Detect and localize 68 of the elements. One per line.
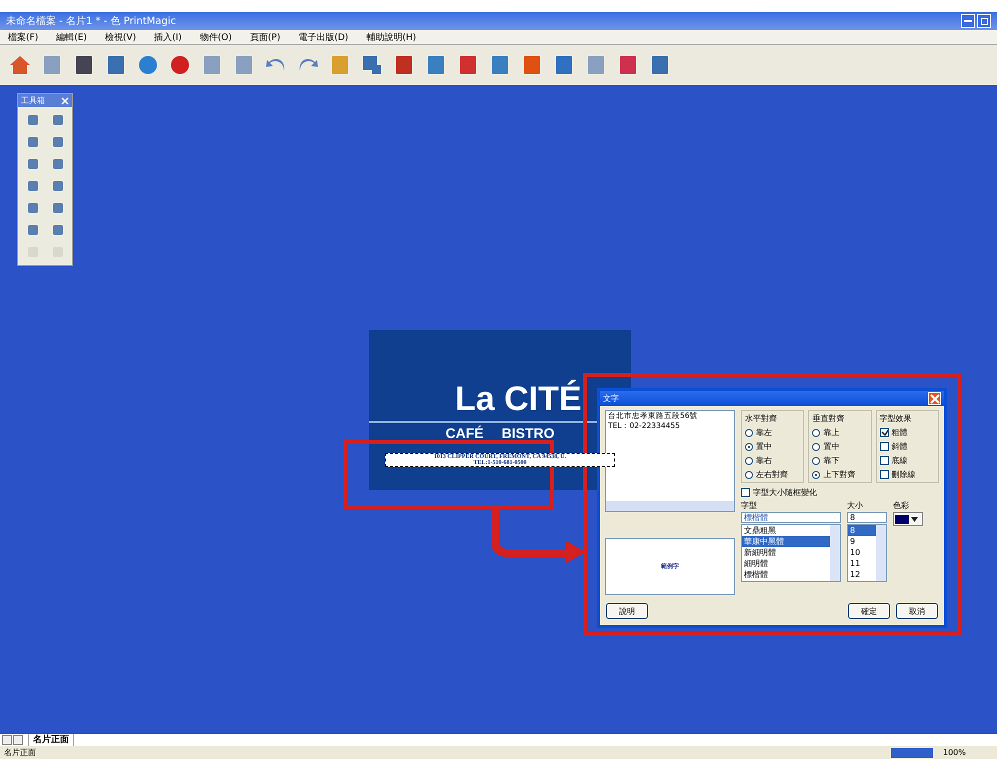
- dropdown-arrow-icon: [911, 516, 918, 522]
- close-button[interactable]: [928, 392, 941, 405]
- checkbox-option[interactable]: 刪除線: [880, 469, 935, 480]
- size-option[interactable]: 10: [848, 547, 876, 558]
- menu-item[interactable]: 插入(I): [154, 30, 182, 44]
- radio-option[interactable]: 靠右: [745, 455, 800, 466]
- card-subtitle: BISTRO: [502, 425, 554, 441]
- checkmark-icon: [880, 428, 888, 437]
- help-button[interactable]: 說明: [606, 603, 648, 619]
- radio-option[interactable]: 左右對齊: [745, 469, 800, 480]
- font-option[interactable]: 華康中黑體: [742, 536, 830, 547]
- font-list[interactable]: 文鼎粗黑 華康中黑體 新細明體 細明體 標楷體: [741, 524, 841, 582]
- font-option[interactable]: 文鼎粗黑: [742, 525, 830, 536]
- size-option[interactable]: 12: [848, 569, 876, 580]
- font-field[interactable]: 標楷體: [741, 512, 841, 523]
- size-option[interactable]: 11: [848, 558, 876, 569]
- cancel-button[interactable]: 取消: [896, 603, 938, 619]
- close-icon[interactable]: [61, 96, 69, 104]
- checkbox-option[interactable]: 底線: [880, 455, 935, 466]
- radio-option[interactable]: 置中: [745, 441, 800, 452]
- view-buttons[interactable]: [891, 748, 933, 758]
- menu-item[interactable]: 輔助說明(H): [366, 30, 416, 44]
- group-title: 水平對齊: [745, 413, 778, 424]
- size-option[interactable]: 9: [848, 536, 876, 547]
- radio-option[interactable]: 靠下: [812, 455, 868, 466]
- menu-item[interactable]: 編輯(E): [56, 30, 87, 44]
- group-title: 字型效果: [880, 413, 913, 424]
- autosize-checkbox[interactable]: 字型大小隨框變化: [741, 487, 939, 498]
- toolbox-title: 工具箱: [21, 95, 45, 106]
- menu-item[interactable]: 檢視(V): [104, 30, 136, 44]
- font-label: 字型: [741, 500, 758, 511]
- menu-item[interactable]: 檔案(F): [8, 30, 38, 44]
- radio-option[interactable]: 靠左: [745, 427, 800, 438]
- close-icon: [930, 394, 940, 404]
- minimize-icon: [964, 20, 972, 22]
- font-option[interactable]: 標楷體: [742, 569, 830, 580]
- size-option[interactable]: 8: [848, 525, 876, 536]
- menu-item[interactable]: 頁面(P): [250, 30, 280, 44]
- group-title: 垂直對齊: [812, 413, 846, 424]
- size-field[interactable]: 8: [847, 512, 887, 523]
- card-subtitle: CAFÉ: [445, 425, 484, 441]
- card-title: La CITÉ: [455, 380, 582, 418]
- dialog-title: 文字: [603, 393, 619, 404]
- restore-icon: [980, 18, 988, 24]
- restore-button[interactable]: [977, 14, 991, 28]
- menu-item[interactable]: 電子出版(D): [298, 30, 348, 44]
- font-option[interactable]: 新細明體: [742, 547, 830, 558]
- font-option[interactable]: 細明體: [742, 558, 830, 569]
- ok-button[interactable]: 確定: [848, 603, 890, 619]
- radio-option[interactable]: 置中: [812, 441, 868, 452]
- tab-scroll-icon[interactable]: [2, 735, 24, 745]
- size-list[interactable]: 8 9 10 11 12: [847, 524, 887, 582]
- minimize-button[interactable]: [961, 14, 975, 28]
- vertical-scrollbar[interactable]: [830, 525, 840, 581]
- checkbox-option[interactable]: 粗體: [880, 427, 935, 438]
- horizontal-scrollbar[interactable]: [606, 501, 734, 511]
- menu-item[interactable]: 物件(O): [200, 30, 232, 44]
- status-text: 名片正面: [4, 747, 36, 758]
- radio-option[interactable]: 靠上: [812, 427, 868, 438]
- radio-option[interactable]: 上下對齊: [812, 469, 868, 480]
- zoom-level: 100%: [943, 748, 967, 757]
- color-picker[interactable]: [893, 512, 923, 526]
- vertical-scrollbar[interactable]: [876, 525, 886, 581]
- size-label: 大小: [847, 500, 864, 511]
- window-title: 未命名檔案 - 名片1 * - 色 PrintMagic: [6, 14, 178, 28]
- home-icon: [8, 53, 32, 77]
- color-label: 色彩: [893, 500, 910, 511]
- checkbox-option[interactable]: 斜體: [880, 441, 935, 452]
